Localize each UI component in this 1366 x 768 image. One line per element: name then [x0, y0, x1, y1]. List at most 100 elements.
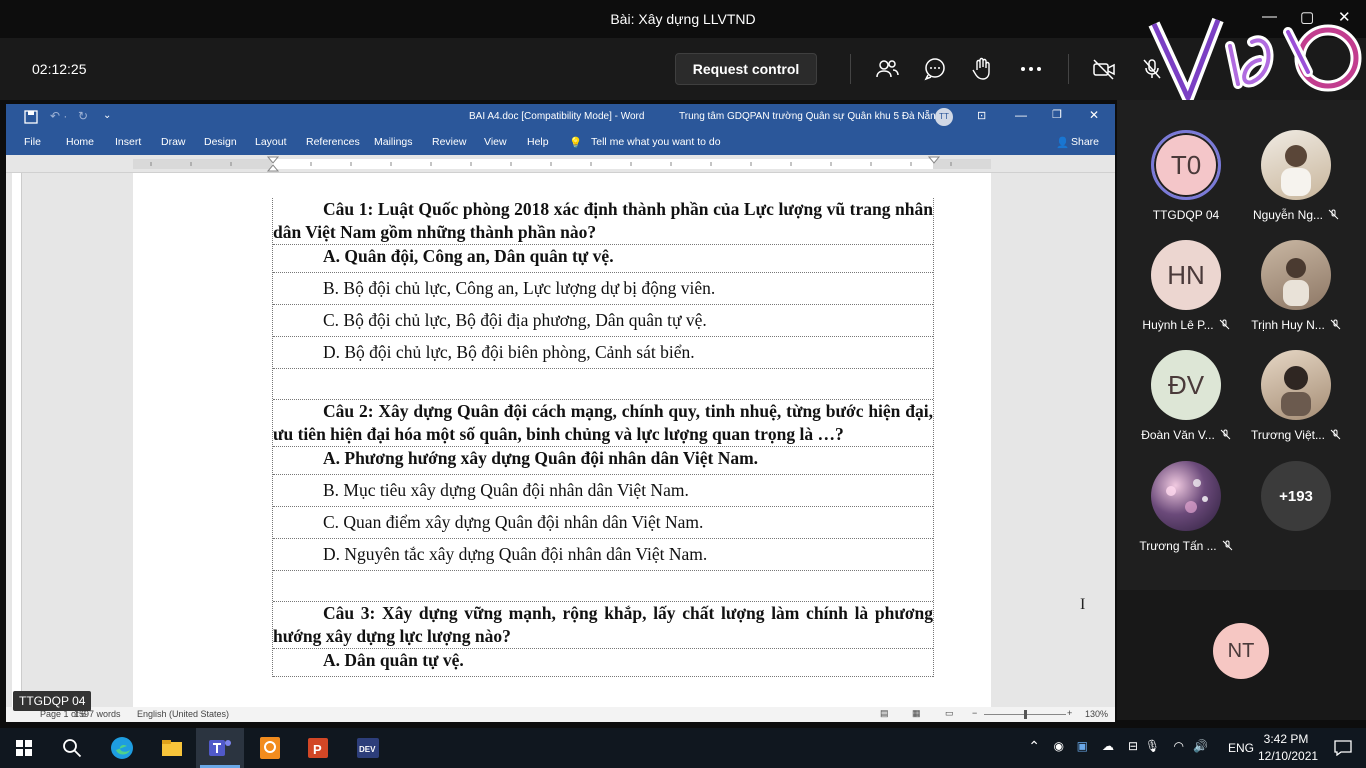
tab-references[interactable]: References: [306, 136, 360, 148]
tab-file[interactable]: File: [24, 136, 41, 148]
tab-insert[interactable]: Insert: [115, 136, 141, 148]
people-icon[interactable]: [874, 56, 900, 82]
tab-mailings[interactable]: Mailings: [374, 136, 413, 148]
zoom-in-icon[interactable]: +: [1067, 708, 1072, 718]
tab-design[interactable]: Design: [204, 136, 237, 148]
question-2: Câu 2: Xây dựng Quân đội cách mạng, chín…: [273, 400, 933, 447]
self-avatar: NT: [1213, 623, 1269, 679]
dev-app-icon[interactable]: DEV: [354, 734, 382, 762]
zoom-level[interactable]: 130%: [1085, 709, 1108, 719]
pdf-app-icon[interactable]: [256, 734, 284, 762]
wifi-icon[interactable]: ◠: [1174, 739, 1184, 753]
tab-help[interactable]: Help: [527, 136, 549, 148]
zoom-slider-thumb[interactable]: [1024, 710, 1027, 719]
language-indicator[interactable]: ENG: [1228, 741, 1254, 755]
clock-date[interactable]: 12/10/2021: [1258, 749, 1318, 763]
teams-icon[interactable]: [206, 734, 234, 762]
muted-icon: [1220, 429, 1231, 440]
profile-photo: [1281, 145, 1311, 196]
raise-hand-icon[interactable]: [970, 56, 996, 82]
request-control-button[interactable]: Request control: [675, 53, 817, 85]
answer-1b: B. Bộ đội chủ lực, Công an, Lực lượng dự…: [273, 273, 933, 305]
answer-2a: A. Phương hướng xây dựng Quân đội nhân d…: [273, 447, 933, 475]
avatar: ĐV: [1151, 350, 1221, 420]
participant-tile[interactable]: Trịnh Huy N...: [1241, 240, 1351, 332]
participant-name: Nguyễn Ng...: [1252, 208, 1324, 222]
edge-icon[interactable]: [108, 734, 136, 762]
tab-layout[interactable]: Layout: [255, 136, 287, 148]
ribbon-tabs: File Home Insert Draw Design Layout Refe…: [6, 130, 1115, 155]
text-cursor-icon: I: [1080, 596, 1086, 613]
answer-2d: D. Nguyên tắc xây dựng Quân đội nhân dân…: [273, 539, 933, 571]
zoom-out-icon[interactable]: −: [972, 708, 977, 718]
word-title-bar: ↶ · ↻ ⌄ BAI A4.doc [Compatibility Mode] …: [6, 104, 1115, 130]
microphone-icon[interactable]: 🎙: [1145, 739, 1160, 753]
shared-screen: ↶ · ↻ ⌄ BAI A4.doc [Compatibility Mode] …: [6, 104, 1115, 722]
share-button[interactable]: Share: [1071, 136, 1099, 148]
status-language[interactable]: English (United States): [137, 709, 229, 719]
participant-tile[interactable]: Trương Việt...: [1241, 350, 1351, 442]
clock-time[interactable]: 3:42 PM: [1258, 732, 1314, 746]
profile-photo: [1283, 258, 1309, 306]
word-close-icon[interactable]: ✕: [1089, 108, 1099, 122]
file-explorer-icon[interactable]: [158, 734, 186, 762]
print-layout-icon[interactable]: ▦: [912, 708, 921, 719]
app-tray-icon[interactable]: ▣: [1077, 739, 1088, 753]
avatar: T0: [1151, 130, 1221, 200]
avatar: [1261, 130, 1331, 200]
participant-tile[interactable]: ĐV Đoàn Văn V...: [1131, 350, 1241, 442]
windows-start-icon[interactable]: [10, 734, 38, 762]
user-avatar[interactable]: TT: [935, 108, 953, 126]
muted-icon: [1328, 209, 1339, 220]
word-minimize-icon[interactable]: —: [1015, 108, 1027, 122]
tab-view[interactable]: View: [484, 136, 507, 148]
participant-tile[interactable]: Trương Tấn ...: [1131, 461, 1241, 553]
tab-review[interactable]: Review: [432, 136, 466, 148]
muted-icon: [1330, 319, 1341, 330]
word-restore-icon[interactable]: ❐: [1052, 108, 1062, 121]
more-count[interactable]: +193: [1261, 461, 1331, 531]
powerpoint-icon[interactable]: P: [304, 734, 332, 762]
volume-icon[interactable]: 🔊: [1193, 739, 1208, 753]
notifications-icon[interactable]: [1334, 740, 1352, 756]
save-icon[interactable]: [24, 110, 38, 124]
camera-off-icon[interactable]: [1091, 56, 1117, 82]
avatar: [1261, 350, 1331, 420]
word-status-bar: Page 1 of 6 1597 words English (United S…: [6, 707, 1115, 722]
tab-home[interactable]: Home: [66, 136, 94, 148]
profile-photo: [1281, 366, 1311, 416]
chat-icon[interactable]: [922, 56, 948, 82]
tab-draw[interactable]: Draw: [161, 136, 186, 148]
web-layout-icon[interactable]: ▭: [945, 708, 954, 719]
participant-name: Huỳnh Lê P...: [1142, 318, 1214, 332]
participant-tile[interactable]: Nguyễn Ng...: [1241, 130, 1351, 222]
taskbar: P DEV ⌃ ◉ ▣ ☁ ⊟ 🎙 ◠ 🔊 ENG 3:42 PM 12/10/…: [0, 728, 1366, 768]
customize-toolbar-icon[interactable]: ⌄: [103, 110, 111, 121]
ribbon-display-icon[interactable]: ⊡: [977, 109, 986, 122]
participant-tile[interactable]: HN Huỳnh Lê P...: [1131, 240, 1241, 332]
svg-text:P: P: [313, 742, 322, 757]
undo-icon[interactable]: ↶ ·: [50, 109, 67, 123]
tray-network-icon[interactable]: ⊟: [1128, 739, 1138, 753]
more-participants[interactable]: +193: [1241, 461, 1351, 531]
participant-name: TTGDQP 04: [1152, 208, 1220, 222]
toolbar-divider: [1068, 54, 1069, 84]
search-icon[interactable]: [58, 734, 86, 762]
muted-icon: [1222, 540, 1232, 551]
participant-tile[interactable]: T0 TTGDQP 04: [1131, 130, 1241, 222]
meet-now-icon[interactable]: ◉: [1054, 739, 1064, 753]
tell-me-search[interactable]: Tell me what you want to do: [591, 136, 721, 148]
answer-3a: A. Dân quân tự vệ.: [273, 649, 933, 677]
document-page[interactable]: Câu 1: Luật Quốc phòng 2018 xác định thà…: [133, 173, 991, 707]
channel-logo: [1148, 17, 1362, 104]
more-options-icon[interactable]: [1018, 56, 1044, 82]
chevron-up-icon[interactable]: ⌃: [1028, 738, 1040, 755]
organization-name: Trung tâm GDQPAN trường Quân sự Quân khu…: [679, 111, 942, 122]
document-title: BAI A4.doc [Compatibility Mode] - Word: [469, 111, 645, 122]
vertical-ruler: [12, 173, 22, 707]
read-mode-icon[interactable]: ▤: [880, 708, 889, 719]
onedrive-icon[interactable]: ☁: [1102, 739, 1114, 753]
avatar: [1151, 461, 1221, 531]
redo-icon[interactable]: ↻: [78, 109, 88, 123]
share-icon[interactable]: 👤: [1056, 136, 1069, 149]
